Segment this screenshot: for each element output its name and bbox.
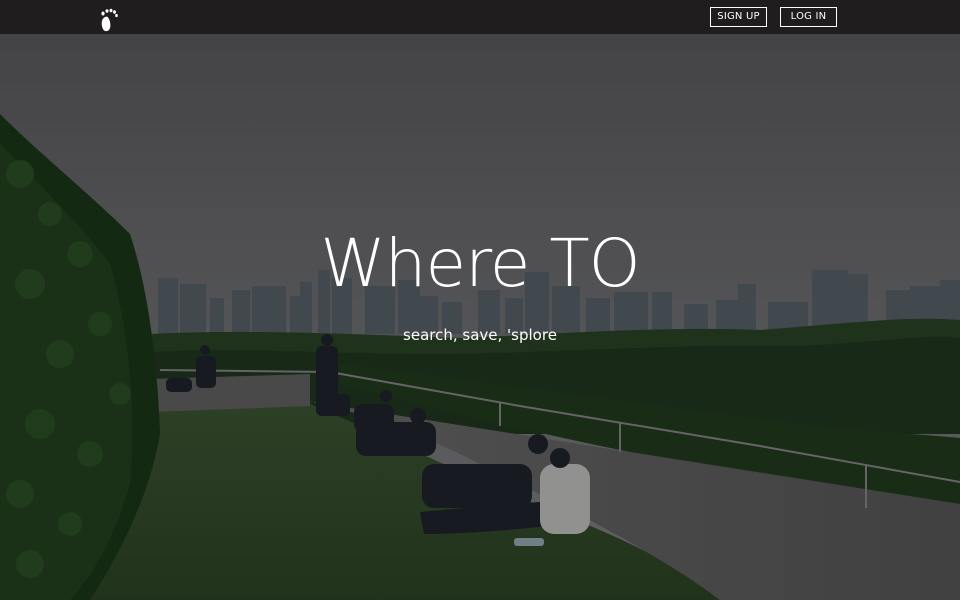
hero-section: Where TO search, save, 'splore [0, 34, 960, 600]
top-navbar: SIGN UP LOG IN [0, 0, 960, 34]
hero-title: Where TO [320, 225, 640, 302]
footprint-icon[interactable] [99, 8, 119, 32]
hero-background-image [0, 34, 960, 600]
sign-up-button[interactable]: SIGN UP [710, 7, 767, 27]
log-in-button[interactable]: LOG IN [780, 7, 837, 27]
hero-subtitle: search, save, 'splore [403, 326, 557, 344]
